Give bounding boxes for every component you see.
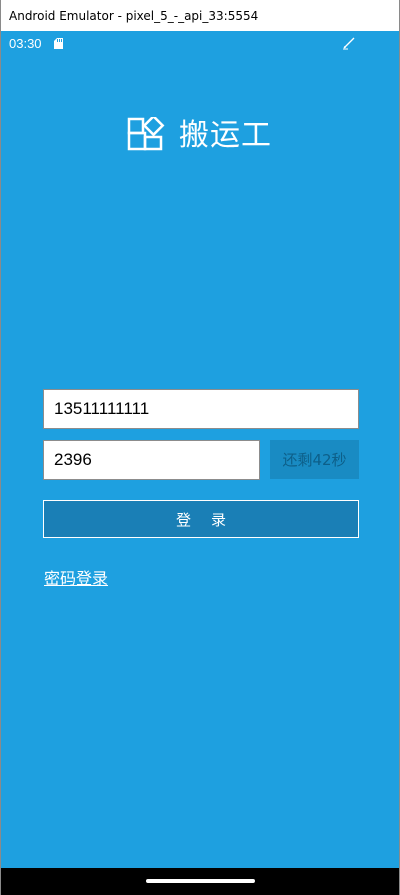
emulator-window: Android Emulator - pixel_5_-_api_33:5554… [0,0,400,895]
home-gesture-handle[interactable] [146,879,255,883]
window-titlebar: Android Emulator - pixel_5_-_api_33:5554 [1,0,399,31]
status-time: 03:30 [9,36,42,51]
app-brand: 搬运工 [127,116,272,156]
blocks-logo-icon [127,117,165,151]
login-button[interactable]: 登录 [43,500,359,538]
verification-code-input[interactable] [43,440,260,480]
phone-number-input[interactable] [43,389,359,429]
status-bar: 03:30 [1,31,399,57]
phone-screen: 03:30 搬运工 还剩42秒 登录 [1,31,399,868]
app-name: 搬运工 [179,118,272,153]
password-login-link[interactable]: 密码登录 [44,565,108,589]
window-title: Android Emulator - pixel_5_-_api_33:5554 [9,8,259,23]
sd-card-icon [54,38,63,49]
navigation-bar [1,868,399,895]
resend-code-countdown-button[interactable]: 还剩42秒 [270,440,359,479]
pen-icon [343,37,355,50]
